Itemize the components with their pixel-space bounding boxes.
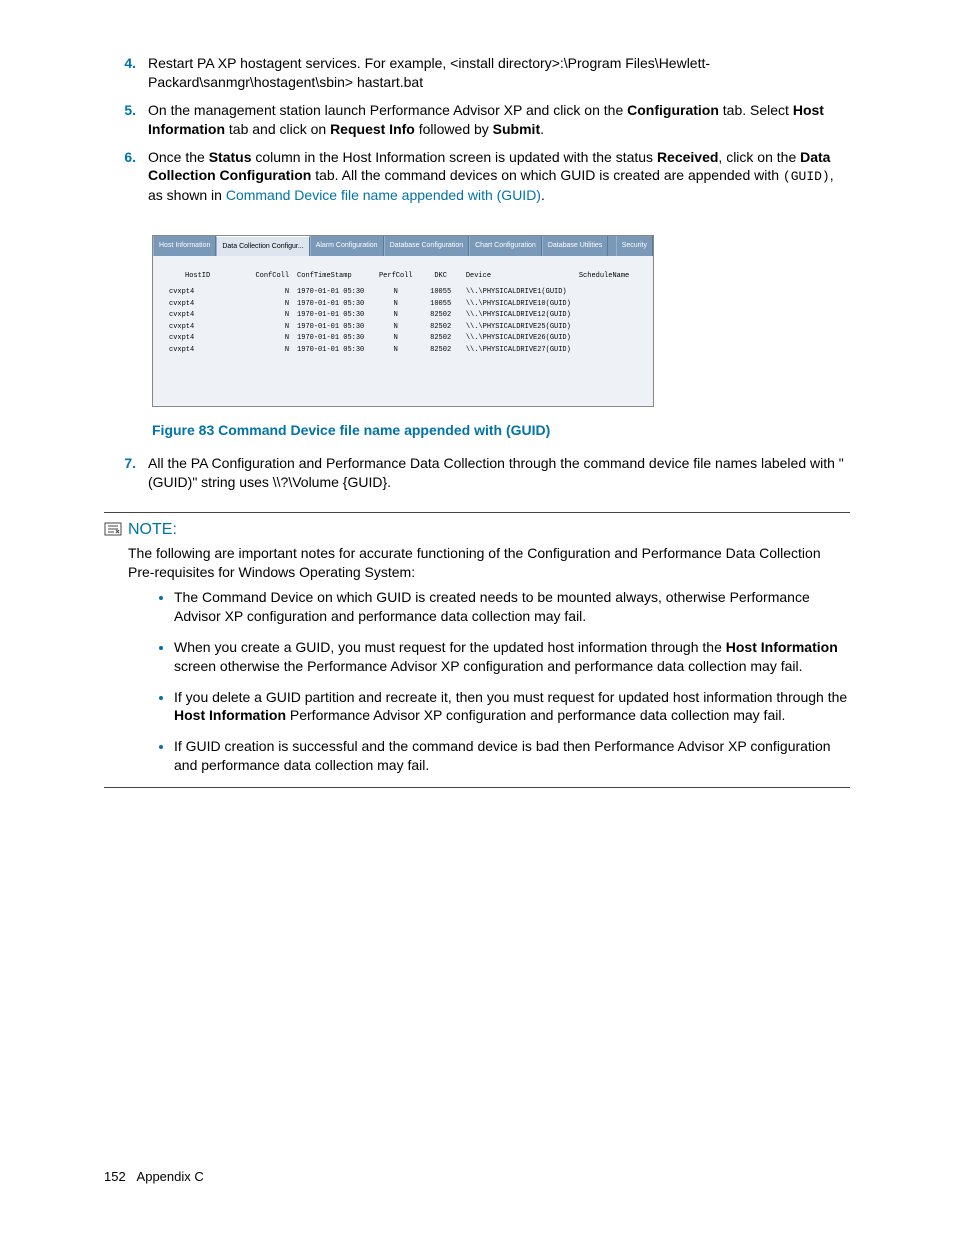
step-body: Once the Status column in the Host Infor… [148, 148, 850, 205]
step-body: On the management station launch Perform… [148, 101, 850, 139]
note-bullet-3: If you delete a GUID partition and recre… [174, 688, 850, 726]
step-number: 6. [104, 148, 148, 205]
step-body: All the PA Configuration and Performance… [148, 454, 850, 492]
note-divider-bottom [104, 787, 850, 788]
step-7: 7. All the PA Configuration and Performa… [104, 454, 850, 492]
table-row: cvxpt4N1970-01-01 05:30N82502\\.\PHYSICA… [159, 333, 647, 344]
col-perfcoll: PerfColl [372, 270, 419, 287]
note-intro: The following are important notes for ac… [128, 544, 850, 582]
table-row: cvxpt4N1970-01-01 05:30N82502\\.\PHYSICA… [159, 322, 647, 333]
table-row: cvxpt4N1970-01-01 05:30N10055\\.\PHYSICA… [159, 287, 647, 298]
step-6: 6. Once the Status column in the Host In… [104, 148, 850, 205]
figure-caption: Figure 83 Command Device file name appen… [152, 421, 850, 440]
figure-83: Host Information Data Collection Configu… [152, 235, 850, 440]
note-label: NOTE: [128, 519, 177, 541]
table-row: cvxpt4N1970-01-01 05:30N82502\\.\PHYSICA… [159, 310, 647, 321]
step-body: Restart PA XP hostagent services. For ex… [148, 54, 850, 92]
figure-screenshot: Host Information Data Collection Configu… [152, 235, 654, 407]
figure-body: HostID ConfColl ConfTimeStamp PerfColl D… [153, 256, 653, 406]
figure-table: HostID ConfColl ConfTimeStamp PerfColl D… [159, 270, 647, 356]
page-number: 152 [104, 1169, 126, 1184]
ordered-steps: 4. Restart PA XP hostagent services. For… [104, 54, 850, 492]
col-confcoll: ConfColl [240, 270, 293, 287]
tab-database-configuration[interactable]: Database Configuration [384, 236, 470, 256]
figure-link[interactable]: Command Device file name appended with (… [226, 187, 541, 203]
step-number: 4. [104, 54, 148, 92]
tab-chart-configuration[interactable]: Chart Configuration [469, 236, 542, 256]
note-divider-top [104, 512, 850, 513]
note-header: NOTE: [104, 519, 850, 541]
note-icon [104, 522, 122, 536]
tab-security[interactable]: Security [616, 236, 653, 256]
table-row: cvxpt4N1970-01-01 05:30N82502\\.\PHYSICA… [159, 345, 647, 356]
col-hostid: HostID [159, 270, 240, 287]
page-footer: 152 Appendix C [104, 1168, 850, 1186]
col-schedulename: ScheduleName [575, 270, 647, 287]
tab-alarm-configuration[interactable]: Alarm Configuration [310, 236, 384, 256]
note-bullet-2: When you create a GUID, you must request… [174, 638, 850, 676]
step-number: 7. [104, 454, 148, 492]
col-conftimestamp: ConfTimeStamp [293, 270, 372, 287]
note-bullets: The Command Device on which GUID is crea… [152, 588, 850, 775]
note-bullet-1: The Command Device on which GUID is crea… [174, 588, 850, 626]
step-4: 4. Restart PA XP hostagent services. For… [104, 54, 850, 92]
section-name: Appendix C [137, 1169, 204, 1184]
step-number: 5. [104, 101, 148, 139]
note-body: The following are important notes for ac… [128, 544, 850, 775]
table-row: cvxpt4N1970-01-01 05:30N10055\\.\PHYSICA… [159, 299, 647, 310]
step-5: 5. On the management station launch Perf… [104, 101, 850, 139]
tab-database-utilities[interactable]: Database Utilities [542, 236, 608, 256]
note-bullet-4: If GUID creation is successful and the c… [174, 737, 850, 775]
tab-data-collection[interactable]: Data Collection Configur... [216, 236, 309, 256]
col-dkc: DKC [420, 270, 462, 287]
figure-tabs: Host Information Data Collection Configu… [153, 236, 653, 256]
tab-host-information[interactable]: Host Information [153, 236, 216, 256]
col-device: Device [462, 270, 575, 287]
